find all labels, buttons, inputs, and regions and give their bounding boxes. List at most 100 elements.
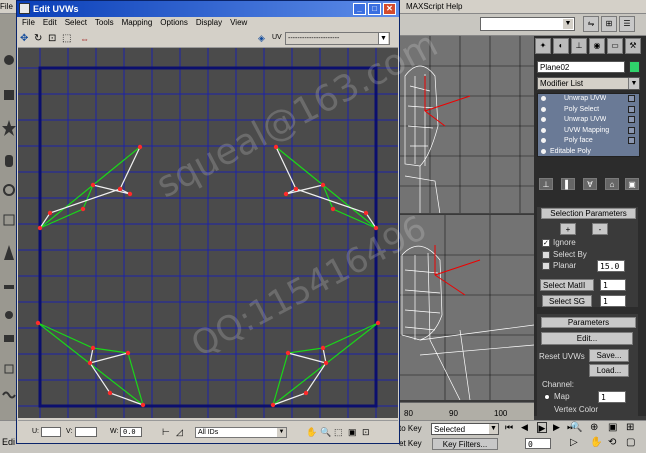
select-by-checkbox[interactable] [542,251,550,259]
save-button[interactable]: Save... [589,349,629,362]
maximize-viewport-icon[interactable]: ▢ [626,437,635,448]
go-to-start-icon[interactable]: ⏮ [505,422,513,433]
layer-icon[interactable]: ☰ [619,16,635,32]
uvw-menu-view[interactable]: View [226,17,251,29]
material-ids-dropdown[interactable]: All IDs [195,427,287,438]
lightbulb-icon[interactable] [541,117,546,122]
planar-checkbox[interactable] [542,262,550,270]
shrink-selection-button[interactable]: - [592,223,608,235]
texture-map-dropdown[interactable]: ---------------------- [285,32,390,45]
uvw-menu-options[interactable]: Options [156,17,192,29]
uvw-menu-edit[interactable]: Edit [39,17,61,29]
menu-maxscript[interactable]: MAXScript [406,1,446,13]
show-map-icon[interactable]: ◈ [258,33,269,44]
modifier-stack-item[interactable]: Unwrap UVW [538,115,639,125]
select-matid-spinner[interactable]: 1 [600,279,626,291]
remove-modifier-icon[interactable]: ⌂ [605,178,619,190]
parameters-title[interactable]: Parameters [541,317,636,328]
reset-uvws-button[interactable]: Reset UVWs [539,351,587,363]
zoom-selected-icon[interactable]: ⊡ [362,426,374,438]
zoom-all-icon[interactable]: ⊕ [590,422,598,433]
edit-button[interactable]: Edit... [541,332,633,345]
menu-help[interactable]: Help [446,1,466,13]
minimize-icon[interactable]: _ [353,3,366,15]
lightbulb-icon[interactable] [541,138,546,143]
stack-checkbox[interactable] [628,105,635,113]
map-channel-spinner[interactable]: 1 [598,391,626,403]
selection-parameters-title[interactable]: Selection Parameters [541,208,636,219]
select-sg-spinner[interactable]: 1 [600,295,626,307]
zoom-view-icon[interactable]: 🔍 [320,426,332,438]
snap-icon[interactable]: ◿ [176,426,188,438]
configure-sets-icon[interactable]: ▣ [625,178,639,190]
left-toolbar-icons[interactable] [2,30,16,430]
lightbulb-icon[interactable] [541,106,546,112]
stack-checkbox[interactable] [628,137,635,144]
select-matid-button[interactable]: Select MatII [540,279,594,291]
make-unique-icon[interactable]: ∀ [583,178,597,190]
align-icon[interactable]: ⊞ [601,16,617,32]
modifier-stack-item[interactable]: Editable Poly [538,147,639,157]
mirror-icon[interactable]: ⇋ [583,16,599,32]
select-sg-button[interactable]: Select SG [542,295,592,307]
maximize-icon[interactable]: □ [368,3,381,15]
uvw-menu-tools[interactable]: Tools [91,17,118,29]
set-key-button[interactable]: et Key [399,438,429,450]
timeline[interactable] [400,402,534,420]
pin-stack-icon[interactable]: ⊥ [539,178,553,190]
w-spinner[interactable]: 0.0 [120,427,142,437]
move-tool-icon[interactable]: ✥ [20,33,32,45]
v-spinner[interactable] [75,427,97,437]
orbit-icon[interactable]: ⟲ [608,437,616,448]
zoom-extents-all-icon[interactable]: ⊞ [626,422,634,433]
viewport-nav-icons[interactable]: 🔍 ⊕ ▣ ⊞ ▷ ✋ ⟲ ▢ [566,422,646,452]
modifier-stack-item[interactable]: Poly face [538,136,639,146]
create-tab-icon[interactable]: ✦ [535,38,551,54]
uvw-menu-mapping[interactable]: Mapping [118,17,157,29]
modify-tab-icon[interactable]: ◐ [553,38,569,54]
mirror-uv-icon[interactable]: ⇔ [80,33,94,45]
current-frame-field[interactable]: 0 [525,438,551,449]
object-name-field[interactable]: Plane02 [537,61,625,73]
stack-checkbox[interactable] [628,126,635,134]
auto-key-button[interactable]: to Key [399,423,429,435]
uvw-menu-select[interactable]: Select [61,17,91,29]
lightbulb-icon[interactable] [541,127,546,133]
modifier-stack-item[interactable]: Unwrap UVW [538,94,639,104]
rotate-tool-icon[interactable]: ↻ [34,33,46,45]
close-icon[interactable]: ✕ [383,3,396,15]
display-tab-icon[interactable]: ▭ [607,38,623,54]
map-radio[interactable] [544,394,550,400]
stack-checkbox[interactable] [628,95,635,102]
zoom-region-icon[interactable]: ⬚ [334,426,346,438]
menu-file-fragment[interactable]: File [0,1,16,13]
lightbulb-icon[interactable] [541,148,546,154]
modifier-stack-item[interactable]: UVW Mapping [538,126,639,136]
pan-view-icon[interactable]: ✋ [306,426,318,438]
zoom-extents-icon[interactable]: ▣ [608,422,617,433]
uvw-menu-display[interactable]: Display [192,17,226,29]
uvw-menu-file[interactable]: File [18,17,39,29]
planar-spinner[interactable]: 15.0 [597,260,625,272]
show-end-result-icon[interactable]: ▌ [561,178,575,190]
freeform-tool-icon[interactable]: ⬚ [62,33,74,45]
stack-checkbox[interactable] [628,116,635,123]
hierarchy-tab-icon[interactable]: ⊥ [571,38,587,54]
zoom-icon[interactable]: 🔍 [570,422,582,433]
zoom-extents-view-icon[interactable]: ▣ [348,426,360,438]
modifier-stack-item[interactable]: Poly Select [538,105,639,115]
object-color-swatch[interactable] [629,61,640,73]
fov-icon[interactable]: ▷ [570,437,578,448]
lightbulb-icon[interactable] [541,96,546,101]
prev-frame-icon[interactable]: ◀ [521,422,528,433]
key-filters-button[interactable]: Key Filters... [432,438,498,450]
next-frame-icon[interactable]: ▶ [553,422,560,433]
named-selection-dropdown[interactable]: ▼ [480,17,575,31]
motion-tab-icon[interactable]: ◉ [589,38,605,54]
u-spinner[interactable] [41,427,61,437]
load-button[interactable]: Load... [589,364,629,377]
scale-tool-icon[interactable]: ⊡ [48,33,60,45]
grow-selection-button[interactable]: + [560,223,576,235]
utilities-tab-icon[interactable]: ⚒ [625,38,641,54]
modifier-list-dropdown[interactable]: Modifier List ▼ [537,77,640,90]
